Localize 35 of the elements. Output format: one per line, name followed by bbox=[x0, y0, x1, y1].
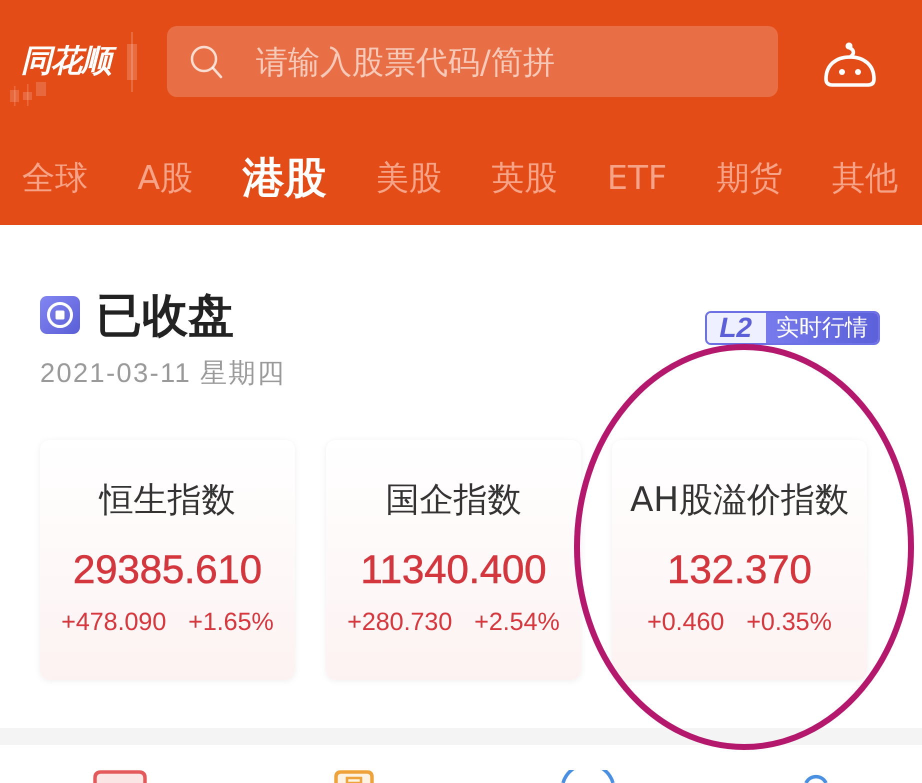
index-change-percent: +0.35% bbox=[746, 607, 832, 638]
index-value: 132.370 bbox=[667, 547, 812, 594]
index-value: 29385.610 bbox=[72, 547, 262, 594]
trading-date: 2021-03-11 星期四 bbox=[40, 357, 286, 390]
candlestick-drawing bbox=[8, 82, 48, 106]
index-change: +280.730 bbox=[347, 607, 452, 638]
market-tab[interactable]: 港股 bbox=[242, 148, 327, 208]
market-tab[interactable]: 英股 bbox=[492, 148, 558, 208]
robot-icon[interactable] bbox=[822, 40, 878, 86]
market-status-title: 已收盘 bbox=[96, 289, 234, 341]
index-name: AH股溢价指数 bbox=[630, 479, 849, 522]
market-tab[interactable]: ETF bbox=[607, 148, 667, 208]
badge-tag-text: L2 bbox=[707, 313, 766, 343]
index-change-percent: +2.54% bbox=[474, 607, 560, 638]
index-change: +478.090 bbox=[61, 607, 166, 638]
index-card[interactable]: 恒生指数 29385.610 +478.090 +1.65% bbox=[40, 440, 295, 680]
market-tab[interactable]: 全球 bbox=[22, 148, 88, 208]
candlestick-drawing bbox=[126, 32, 138, 92]
badge-label-text: 实时行情 bbox=[766, 313, 878, 343]
index-card[interactable]: 国企指数 11340.400 +280.730 +2.54% bbox=[326, 440, 581, 680]
index-change: +0.460 bbox=[647, 607, 724, 638]
market-tab[interactable]: A股 bbox=[137, 148, 194, 208]
index-card[interactable]: AH股溢价指数 132.370 +0.460 +0.35% bbox=[612, 440, 867, 680]
market-tab[interactable]: 期货 bbox=[716, 148, 782, 208]
index-name: 国企指数 bbox=[386, 479, 522, 522]
search-input[interactable]: 请输入股票代码/简拼 bbox=[256, 40, 776, 84]
index-name: 恒生指数 bbox=[100, 479, 236, 522]
market-tab[interactable]: 其他 bbox=[832, 148, 898, 208]
index-value: 11340.400 bbox=[360, 547, 547, 594]
realtime-badge[interactable]: L2 实时行情 bbox=[705, 311, 880, 345]
market-tab[interactable]: 美股 bbox=[376, 148, 442, 208]
index-change-percent: +1.65% bbox=[188, 607, 274, 638]
logo-text: 同花顺 bbox=[18, 40, 119, 82]
search-icon bbox=[190, 44, 223, 78]
search-bar[interactable]: 请输入股票代码/简拼 bbox=[167, 26, 778, 97]
